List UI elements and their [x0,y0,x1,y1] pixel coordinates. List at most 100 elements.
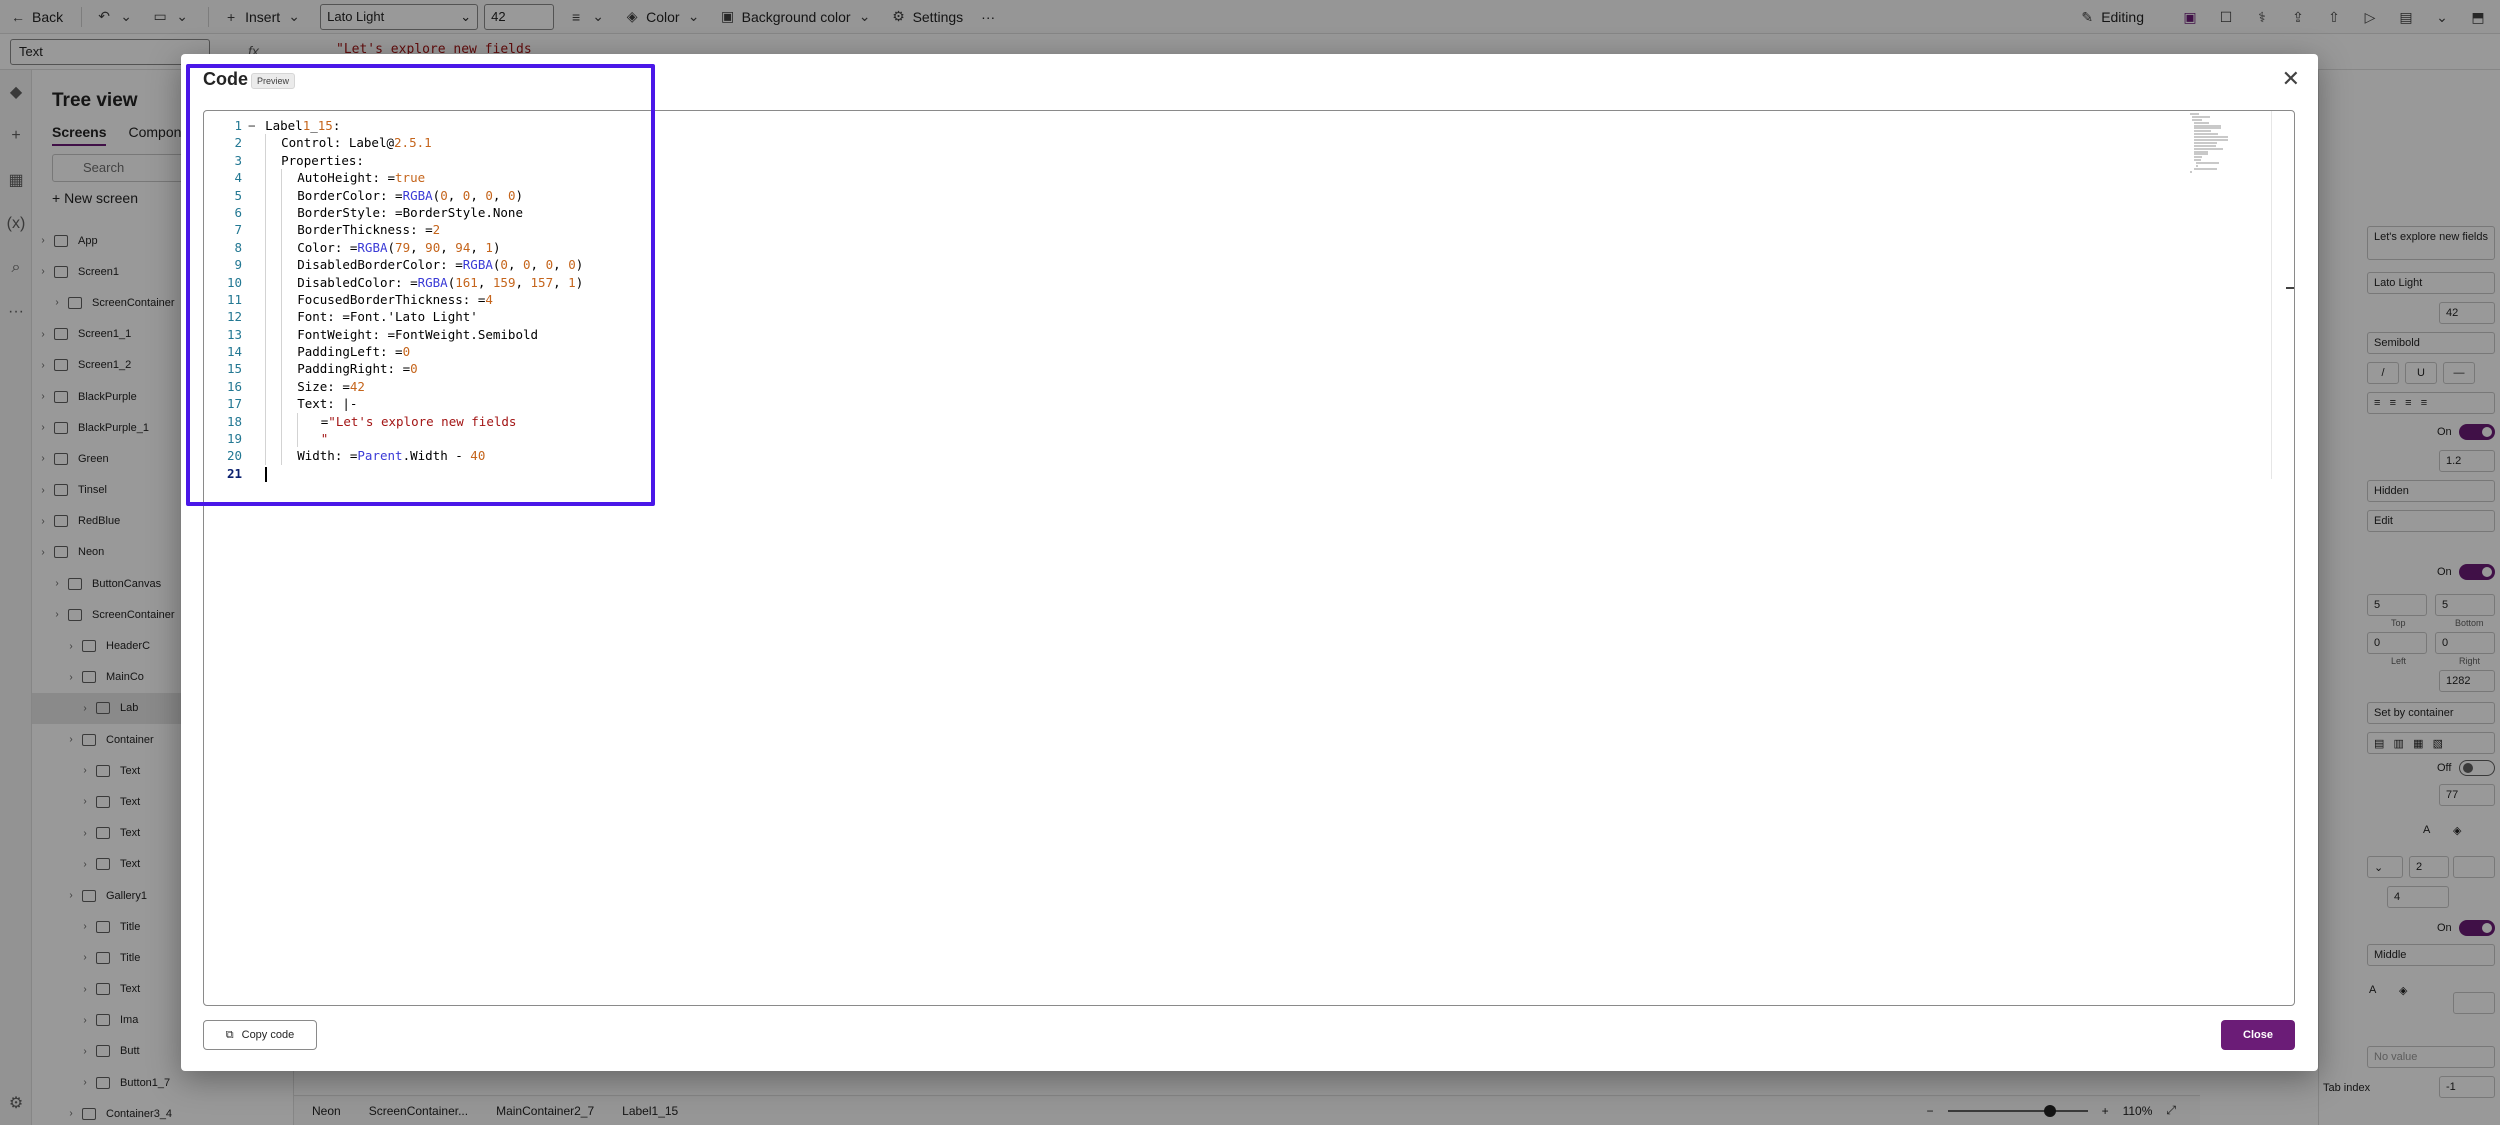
code-token: ) [575,257,584,273]
editor-scrollbar[interactable] [2284,111,2294,1005]
code-line[interactable]: BorderThickness: =2 [250,221,2150,239]
code-minimap[interactable] [2190,113,2228,173]
code-token: BorderStyle: [297,204,396,220]
code-line[interactable]: " [250,430,2150,448]
code-line[interactable]: FocusedBorderThickness: =4 [250,290,2150,309]
code-token: addingLeft: [304,344,396,360]
code-line[interactable]: AutoHeight: =true [250,169,2150,187]
code-token: , [410,239,426,255]
code-line[interactable]: DisabledBorderColor: =RGBA(0, 0, 0, 0) [250,256,2150,274]
code-token: 0 [523,257,531,273]
code-line[interactable]: BorderStyle: =BorderStyle.None [250,203,2150,222]
code-token: , [470,187,486,203]
code-token: ( [387,239,396,255]
code-token: P [297,344,305,360]
minimap-line [2194,141,2218,144]
code-token: P [297,361,305,377]
code-line[interactable]: Size: =42 [250,377,2150,396]
code-token: = [342,378,350,394]
code-token: RGBA [402,187,433,203]
minimap-line [2190,170,2192,173]
line-number: 18 [226,413,242,429]
minimap-line [2196,162,2220,165]
code-token: .Width - [402,448,471,464]
copy-code-label: Copy code [241,1029,295,1041]
code-line[interactable]: BorderColor: =RGBA(0, 0, 0, 0) [250,186,2150,204]
code-line[interactable]: Control: Label@2.5.1 [250,134,2150,152]
code-token: : [332,118,341,133]
code-token: , [477,274,493,290]
code-token: 159 [492,274,516,290]
code-token: AutoHeight: [297,170,388,186]
code-token: Label [265,118,303,133]
code-line[interactable]: FontWeight: =FontWeight.Semibold [250,325,2150,344]
code-token: 94 [455,239,471,255]
minimap-line [2194,147,2223,150]
scroll-marker [2286,287,2294,289]
code-token: 0 [568,257,576,273]
code-token: , [515,274,531,290]
code-token: , [492,187,508,203]
code-token: adding [304,361,350,377]
minimap-line [2190,113,2199,115]
close-button-label: Close [2243,1029,2273,1041]
copy-code-button[interactable]: ⧉ Copy code [203,1020,317,1050]
line-number: 17 [226,396,242,412]
line-number: 6 [234,204,242,220]
code-line[interactable]: PaddingRight: =0 [250,360,2150,378]
code-token: Text: |- [297,396,358,412]
code-editor[interactable]: 1 2 3 4 5 6 7 8 9 10 11 12 13 14 15 16 17 18 19 20 21 − Labe… [203,110,2295,1006]
close-icon[interactable]: ✕ [2282,66,2300,92]
code-token: , [440,239,456,255]
code-line[interactable]: ="Let's explore new fields [250,412,2150,431]
code-token: RGBA [357,239,388,255]
code-token: 42 [349,378,365,394]
minimap-line [2194,153,2209,156]
line-number: 7 [234,222,242,238]
code-token: roperties: [288,152,364,168]
code-token: 90 [425,239,441,255]
code-token: BorderStyle.None [402,204,523,220]
code-token: P [281,152,289,168]
code-line[interactable]: Properties: [250,151,2150,170]
code-line[interactable]: DisabledColor: =RGBA(161, 159, 157, 1) [250,273,2150,291]
code-line[interactable]: Width: =Parent.Width - 40 [250,447,2150,465]
code-line[interactable]: − Label1_15: [248,117,2150,134]
code-token: "Let's explore new fields [328,413,517,429]
code-content[interactable]: − Label1_15: Control: Label@2.5.1 Proper… [248,117,2150,482]
code-line[interactable]: Text: |- [250,395,2150,413]
code-token: , [447,187,463,203]
minimap-line [2194,167,2217,170]
line-number: 5 [234,187,242,203]
code-line[interactable]: PaddingLeft: =0 [250,343,2150,361]
line-number: 9 [234,257,242,273]
code-line[interactable]: Font: =Font.'Lato Light' [250,308,2150,326]
close-button[interactable]: Close [2221,1020,2295,1050]
minimap-line [2194,139,2228,142]
code-token: 0 [410,361,418,377]
code-line[interactable] [250,465,2150,482]
code-line[interactable]: Color: =RGBA(79, 90, 94, 1) [250,238,2150,257]
minimap-line [2194,159,2202,162]
fold-icon[interactable]: − [248,117,256,134]
code-token: = [395,204,403,220]
